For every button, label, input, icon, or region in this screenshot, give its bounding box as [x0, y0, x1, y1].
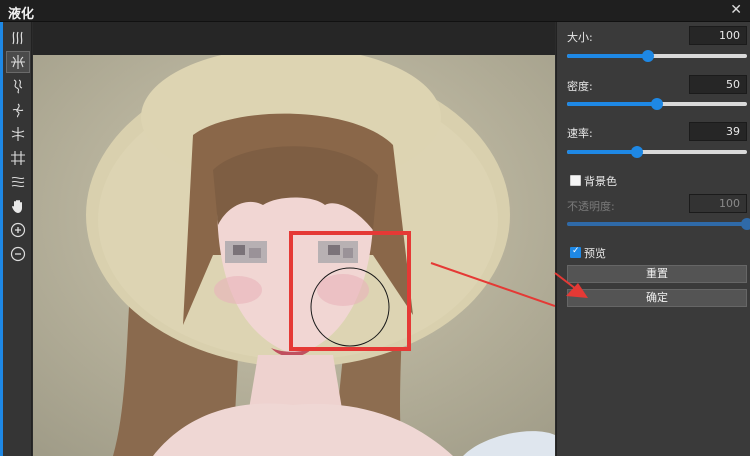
annotation-arrow-overlay — [554, 272, 588, 298]
annotation-arrowhead — [566, 283, 588, 298]
